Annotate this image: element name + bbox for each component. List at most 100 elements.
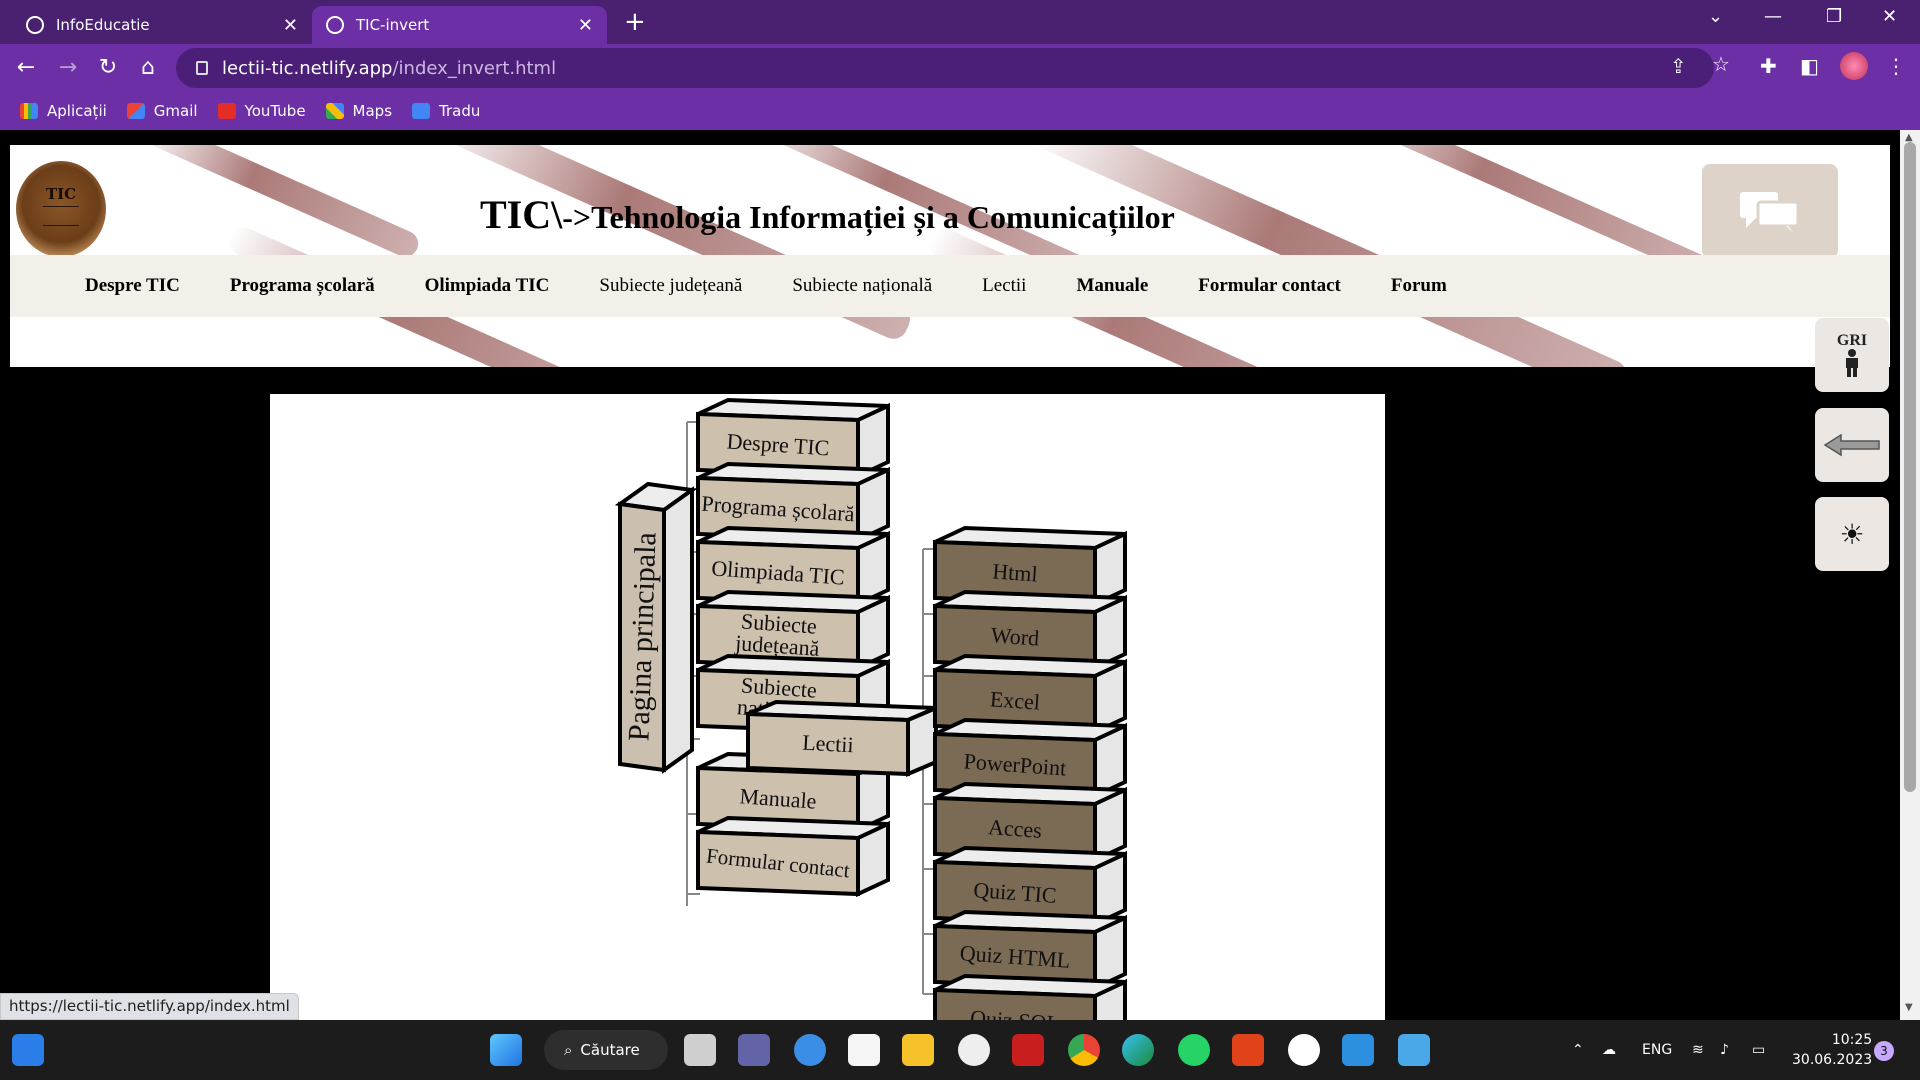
- menu-item-subiecte-nationala[interactable]: Subiecte națională: [792, 275, 932, 297]
- taskbar-search[interactable]: ⌕ Căutare: [544, 1030, 668, 1070]
- chrome-icon[interactable]: [1068, 1034, 1100, 1066]
- profile-avatar[interactable]: [1840, 52, 1868, 80]
- vscode-icon[interactable]: [1342, 1034, 1374, 1066]
- scrollbar-thumb[interactable]: [1904, 142, 1916, 792]
- status-bar-url: https://lectii-tic.netlify.app/index.htm…: [0, 993, 299, 1020]
- lock-icon[interactable]: [196, 61, 208, 75]
- site-map-diagram: Pagina principala Despre TIC Programa școl…: [270, 394, 1385, 1020]
- restore-button[interactable]: ❐: [1826, 6, 1842, 27]
- store-icon[interactable]: [848, 1034, 880, 1066]
- onedrive-icon[interactable]: ☁: [1602, 1020, 1616, 1080]
- arrow-left-icon: [1823, 433, 1880, 457]
- page-scrollbar[interactable]: ▲ ▼: [1900, 130, 1920, 1020]
- reload-button[interactable]: ↻: [92, 52, 124, 84]
- menu-item-manuale[interactable]: Manuale: [1076, 275, 1148, 297]
- system-clock[interactable]: 10:25 30.06.2023: [1792, 1030, 1872, 1070]
- back-arrow-button[interactable]: [1815, 408, 1889, 482]
- tab-tic-invert[interactable]: TIC-invert ✕: [312, 6, 607, 44]
- home-button[interactable]: ⌂: [132, 52, 164, 84]
- menu-item-despre-tic[interactable]: Despre TIC: [85, 275, 180, 297]
- block-right-1-label: Word: [990, 622, 1040, 650]
- new-tab-button[interactable]: +: [624, 6, 646, 38]
- page-viewport: TIC TIC\->Tehnologia Informației și a Co…: [0, 130, 1900, 1020]
- mcafee-icon[interactable]: [1012, 1034, 1044, 1066]
- block-right-7[interactable]: Quiz SQL: [933, 973, 1127, 1020]
- clock-time: 10:25: [1831, 1032, 1873, 1048]
- whatsapp-icon[interactable]: [1178, 1034, 1210, 1066]
- block-pagina-principala[interactable]: Pagina principala: [614, 481, 698, 774]
- menu-item-subiecte-judeteana[interactable]: Subiecte județeană: [599, 275, 742, 297]
- close-tab-icon[interactable]: ✕: [578, 15, 593, 36]
- url-host: lectii-tic.netlify.app: [222, 57, 393, 79]
- title-arrow: ->: [562, 199, 592, 235]
- person-icon: [1846, 349, 1858, 377]
- forward-button[interactable]: →: [52, 52, 84, 84]
- globe-icon: [26, 16, 44, 34]
- star-icon[interactable]: ☆: [1712, 52, 1730, 76]
- back-button[interactable]: ←: [10, 52, 42, 84]
- search-icon: ⌕: [564, 1041, 573, 1059]
- windows-start-icon[interactable]: [490, 1034, 522, 1066]
- bookmark-gmail[interactable]: Gmail: [126, 102, 198, 120]
- task-view-icon[interactable]: [684, 1034, 716, 1066]
- bookmark-youtube[interactable]: YouTube: [217, 102, 306, 120]
- widgets-icon[interactable]: [12, 1034, 44, 1066]
- diagram-canvas: Pagina principalaDespre TICPrograma școl…: [614, 397, 1127, 1020]
- side-panel-icon[interactable]: ◧: [1800, 54, 1819, 78]
- grayscale-label: GRI: [1836, 332, 1868, 349]
- menu-kebab-icon[interactable]: ⋮: [1886, 54, 1906, 78]
- notification-badge[interactable]: 3: [1874, 1041, 1894, 1061]
- site-logo[interactable]: TIC: [16, 161, 106, 257]
- tray-chevron-icon[interactable]: ⌃: [1572, 1020, 1584, 1080]
- browser-toolbar: ← → ↻ ⌂ lectii-tic.netlify.app/index_inv…: [0, 44, 1920, 130]
- extensions-icon[interactable]: ✚: [1760, 54, 1777, 78]
- language-indicator[interactable]: ENG: [1642, 1020, 1672, 1080]
- chat-button[interactable]: [1702, 164, 1838, 258]
- block-right-2-label: Excel: [989, 686, 1041, 714]
- help-icon[interactable]: [794, 1034, 826, 1066]
- sun-icon: ☀: [1839, 517, 1865, 551]
- tab-search-icon[interactable]: ⌄: [1708, 6, 1723, 27]
- bookmark-translate[interactable]: Tradu: [412, 102, 480, 120]
- minimize-button[interactable]: —: [1764, 6, 1782, 27]
- menu-item-formular-contact[interactable]: Formular contact: [1198, 275, 1341, 297]
- github-icon[interactable]: [1288, 1034, 1320, 1066]
- close-tab-icon[interactable]: ✕: [283, 15, 298, 36]
- edge-icon[interactable]: [1122, 1034, 1154, 1066]
- grayscale-button[interactable]: GRI: [1815, 318, 1889, 392]
- title-prefix: TIC\: [480, 192, 563, 237]
- block-right-4-label: Acces: [987, 814, 1042, 843]
- clock-date: 30.06.2023: [1792, 1052, 1873, 1068]
- bookmarks-bar: Aplicații Gmail YouTube Maps Tradu: [0, 94, 1920, 128]
- chat-icon: [1740, 192, 1800, 233]
- teams-icon[interactable]: [738, 1034, 770, 1066]
- youtube-icon: [217, 103, 236, 119]
- bookmark-label: Aplicații: [47, 102, 107, 120]
- menu-item-lectii[interactable]: Lectii: [982, 275, 1026, 297]
- file-explorer-icon[interactable]: [902, 1034, 934, 1066]
- menu-item-olimpiada[interactable]: Olimpiada TIC: [425, 275, 550, 297]
- menu-item-programa[interactable]: Programa școlară: [230, 275, 375, 297]
- share-icon[interactable]: ⇪: [1670, 54, 1687, 78]
- bookmark-maps[interactable]: Maps: [325, 102, 392, 120]
- gmail-icon: [126, 103, 145, 119]
- battery-icon[interactable]: ▭: [1752, 1020, 1765, 1080]
- theme-toggle-button[interactable]: ☀: [1815, 497, 1889, 571]
- app-icon[interactable]: [958, 1034, 990, 1066]
- block-left-5-label: Manuale: [739, 783, 818, 813]
- tab-infoeducatie[interactable]: InfoEducatie ✕: [12, 6, 312, 44]
- search-label: Căutare: [580, 1041, 640, 1059]
- wifi-icon[interactable]: ≋: [1692, 1020, 1704, 1080]
- photos-icon[interactable]: [1398, 1034, 1430, 1066]
- close-window-button[interactable]: ✕: [1882, 6, 1897, 27]
- menu-item-forum[interactable]: Forum: [1391, 275, 1447, 297]
- block-lectii[interactable]: Lectii: [746, 699, 938, 778]
- bookmark-label: YouTube: [244, 102, 306, 120]
- scroll-down-arrow[interactable]: ▼: [1905, 1002, 1913, 1013]
- address-bar[interactable]: lectii-tic.netlify.app/index_invert.html: [176, 48, 1714, 88]
- volume-icon[interactable]: ♪: [1720, 1020, 1729, 1080]
- tab-bar: InfoEducatie ✕ TIC-invert ✕ + ⌄ — ❐ ✕: [0, 0, 1920, 44]
- office-icon[interactable]: [1232, 1034, 1264, 1066]
- bookmark-apps[interactable]: Aplicații: [20, 102, 107, 120]
- block-left-6[interactable]: Formular contact: [696, 815, 890, 898]
